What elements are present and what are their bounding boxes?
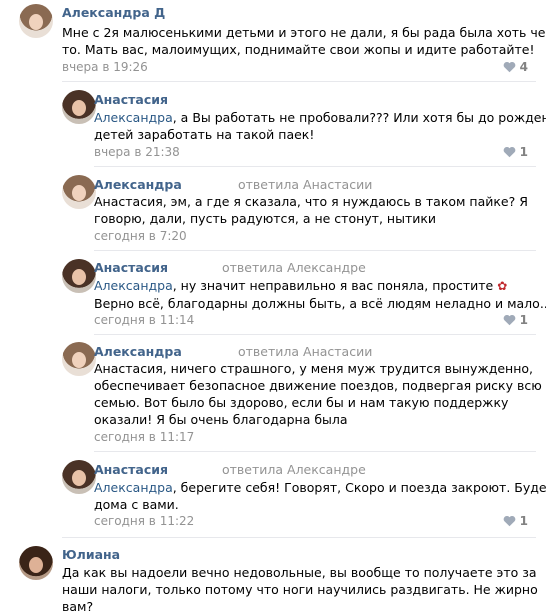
comment-line: , ну значит неправильно я вас поняла, пр… — [172, 278, 494, 293]
avatar[interactable] — [19, 546, 53, 580]
comment-text: Мне с 2я малюсенькими детьми и этого не … — [62, 24, 546, 58]
like-count: 1 — [519, 514, 528, 528]
comment-line: , а Вы работать не пробовали??? Или хотя… — [172, 110, 546, 125]
divider — [94, 334, 536, 335]
like-button[interactable]: 1 — [503, 313, 528, 327]
avatar[interactable] — [19, 4, 53, 38]
divider — [94, 451, 536, 452]
comment-line: то. Мать вас, малоимущих, поднимайте сво… — [62, 42, 535, 57]
comment-author[interactable]: Александра Д — [62, 5, 165, 20]
comment-author[interactable]: Анастасия — [94, 462, 168, 477]
heart-icon — [503, 146, 515, 158]
comment-line: детей заработать на такой паек! — [94, 127, 315, 142]
comment-text: Александра, берегите себя! Говорят, Скор… — [94, 479, 546, 513]
comment-text: Александра, а Вы работать не пробовали??… — [94, 109, 546, 143]
heart-icon — [503, 61, 515, 73]
heart-icon — [503, 314, 515, 326]
comment-line: дома с вами. — [94, 497, 179, 512]
mention-link[interactable]: Александра — [94, 480, 173, 495]
comment-date[interactable]: сегодня в 11:17 — [94, 430, 194, 444]
comment-line: вам? — [62, 599, 94, 614]
mention-link[interactable]: Александра — [94, 110, 173, 125]
comment-line: семью. Вот было бы здорово, если бы и на… — [94, 395, 509, 410]
comment-line: Анастасия, ничего страшного, у меня муж … — [94, 361, 534, 376]
comment-author[interactable]: Юлиана — [62, 547, 120, 562]
comment-line: обеспечивает безопасное движение поездов… — [94, 378, 542, 393]
rose-emoji: ✿ — [497, 279, 508, 293]
comment-date[interactable]: сегодня в 11:22 — [94, 514, 194, 528]
comment-author[interactable]: Анастасия — [94, 92, 168, 107]
like-button[interactable]: 1 — [503, 514, 528, 528]
divider — [62, 81, 536, 82]
comment-author[interactable]: Александра — [94, 177, 182, 192]
like-button[interactable]: 1 — [503, 145, 528, 159]
comment-text: Александра, ну значит неправильно я вас … — [94, 277, 546, 312]
mention-link[interactable]: Александра — [94, 278, 173, 293]
comment-date[interactable]: сегодня в 11:14 — [94, 313, 194, 327]
avatar[interactable] — [62, 460, 96, 494]
comment-text: Да как вы надоели вечно недовольные, вы … — [62, 564, 538, 615]
comment-author[interactable]: Александра — [94, 344, 182, 359]
reply-to-link[interactable]: ответила Александре — [222, 462, 366, 477]
comment-line: Мне с 2я малюсенькими детьми и этого не … — [62, 25, 546, 40]
comment-author[interactable]: Анастасия — [94, 260, 168, 275]
comment-line: наши налоги, только потому что ноги науч… — [62, 582, 538, 597]
comment-line: Анастасия, эм, а где я сказала, что я ну… — [94, 194, 528, 209]
comment-date[interactable]: вчера в 19:26 — [62, 60, 148, 74]
heart-icon — [503, 515, 515, 527]
comment-line: Верно всё, благодарны должны быть, а всё… — [94, 296, 546, 311]
reply-to-link[interactable]: ответила Анастасии — [238, 177, 372, 192]
like-button[interactable]: 4 — [503, 60, 528, 74]
avatar[interactable] — [62, 342, 96, 376]
divider — [62, 537, 536, 538]
comment-line: , берегите себя! Говорят, Скоро и поезда… — [172, 480, 546, 495]
comment-date[interactable]: сегодня в 7:20 — [94, 229, 187, 243]
divider — [94, 250, 536, 251]
reply-to-link[interactable]: ответила Александре — [222, 260, 366, 275]
comment-date[interactable]: вчера в 21:38 — [94, 145, 180, 159]
comment-text: Анастасия, эм, а где я сказала, что я ну… — [94, 193, 528, 227]
like-count: 1 — [519, 313, 528, 327]
avatar[interactable] — [62, 175, 96, 209]
comment-line: оказали! Я бы очень благодарна была — [94, 412, 348, 427]
like-count: 4 — [519, 60, 528, 74]
avatar[interactable] — [62, 259, 96, 293]
reply-to-link[interactable]: ответила Анастасии — [238, 344, 372, 359]
divider — [94, 166, 536, 167]
comment-line: говорю, дали, пусть радуются, а не стону… — [94, 211, 437, 226]
comment-line: Да как вы надоели вечно недовольные, вы … — [62, 565, 537, 580]
avatar[interactable] — [62, 90, 96, 124]
like-count: 1 — [519, 145, 528, 159]
comment-text: Анастасия, ничего страшного, у меня муж … — [94, 360, 542, 428]
